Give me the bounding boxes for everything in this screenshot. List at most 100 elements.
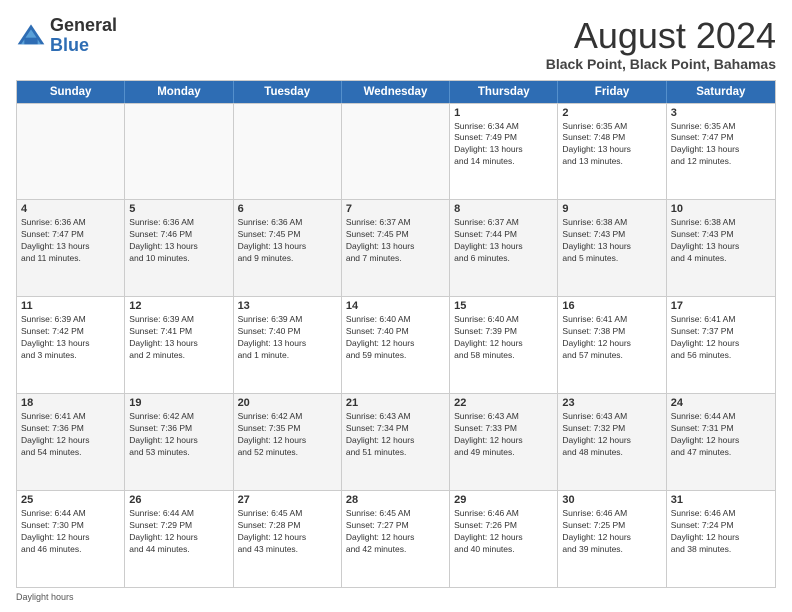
- cal-header-friday: Friday: [558, 81, 666, 103]
- cal-cell: 17 Sunrise: 6:41 AMSunset: 7:37 PMDayligh…: [667, 297, 775, 393]
- cal-cell: 3 Sunrise: 6:35 AMSunset: 7:47 PMDaylight…: [667, 104, 775, 200]
- cal-header-sunday: Sunday: [17, 81, 125, 103]
- page: General Blue August 2024 Black Point, Bl…: [0, 0, 792, 612]
- day-info: Sunrise: 6:44 AMSunset: 7:31 PMDaylight:…: [671, 411, 771, 459]
- cal-cell: [17, 104, 125, 200]
- day-number: 12: [129, 300, 228, 312]
- day-number: 1: [454, 107, 553, 119]
- day-number: 15: [454, 300, 553, 312]
- cal-cell: 28Sunrise: 6:45 AMSunset: 7:27 PMDayligh…: [342, 491, 450, 587]
- day-info: Sunrise: 6:44 AMSunset: 7:29 PMDaylight:…: [129, 508, 228, 556]
- cal-cell: 10Sunrise: 6:38 AMSunset: 7:43 PMDayligh…: [667, 200, 775, 296]
- day-number: 26: [129, 494, 228, 506]
- logo-blue-text: Blue: [50, 35, 89, 55]
- cal-cell: 26 Sunrise: 6:44 AMSunset: 7:29 PMDayligh…: [125, 491, 233, 587]
- day-info: Sunrise: 6:40 AMSunset: 7:39 PMDaylight:…: [454, 314, 553, 362]
- logo: General Blue: [16, 16, 117, 56]
- day-number: 4: [21, 203, 120, 215]
- day-info: Sunrise: 6:36 AMSunset: 7:45 PMDaylight:…: [238, 217, 337, 265]
- cal-cell: 4 Sunrise: 6:36 AMSunset: 7:47 PMDaylight…: [17, 200, 125, 296]
- day-info: Sunrise: 6:38 AMSunset: 7:43 PMDaylight:…: [562, 217, 661, 265]
- cal-week-4: 18 Sunrise: 6:41 AMSunset: 7:36 PMDayligh…: [17, 393, 775, 490]
- cal-cell: 2 Sunrise: 6:35 AMSunset: 7:48 PMDaylight…: [558, 104, 666, 200]
- cal-cell: 31 Sunrise: 6:46 AMSunset: 7:24 PMDayligh…: [667, 491, 775, 587]
- day-number: 11: [21, 300, 120, 312]
- day-info: Sunrise: 6:35 AMSunset: 7:48 PMDaylight:…: [562, 121, 661, 169]
- cal-week-3: 11Sunrise: 6:39 AMSunset: 7:42 PMDayligh…: [17, 296, 775, 393]
- cal-cell: 15 Sunrise: 6:40 AMSunset: 7:39 PMDayligh…: [450, 297, 558, 393]
- day-info: Sunrise: 6:40 AMSunset: 7:40 PMDaylight:…: [346, 314, 445, 362]
- cal-cell: 20Sunrise: 6:42 AMSunset: 7:35 PMDayligh…: [234, 394, 342, 490]
- day-number: 14: [346, 300, 445, 312]
- cal-week-5: 25Sunrise: 6:44 AMSunset: 7:30 PMDayligh…: [17, 490, 775, 587]
- day-info: Sunrise: 6:43 AMSunset: 7:32 PMDaylight:…: [562, 411, 661, 459]
- day-number: 7: [346, 203, 445, 215]
- cal-header-thursday: Thursday: [450, 81, 558, 103]
- day-number: 19: [129, 397, 228, 409]
- cal-cell: 19 Sunrise: 6:42 AMSunset: 7:36 PMDayligh…: [125, 394, 233, 490]
- day-info: Sunrise: 6:38 AMSunset: 7:43 PMDaylight:…: [671, 217, 771, 265]
- cal-cell: 14 Sunrise: 6:40 AMSunset: 7:40 PMDayligh…: [342, 297, 450, 393]
- day-info: Sunrise: 6:43 AMSunset: 7:33 PMDaylight:…: [454, 411, 553, 459]
- cal-cell: 25Sunrise: 6:44 AMSunset: 7:30 PMDayligh…: [17, 491, 125, 587]
- day-info: Sunrise: 6:42 AMSunset: 7:36 PMDaylight:…: [129, 411, 228, 459]
- calendar-header-row: SundayMondayTuesdayWednesdayThursdayFrid…: [17, 81, 775, 103]
- header: General Blue August 2024 Black Point, Bl…: [16, 16, 776, 72]
- day-number: 13: [238, 300, 337, 312]
- day-info: Sunrise: 6:39 AMSunset: 7:41 PMDaylight:…: [129, 314, 228, 362]
- logo-icon: [16, 21, 46, 51]
- calendar-body: 1 Sunrise: 6:34 AMSunset: 7:49 PMDaylight…: [17, 103, 775, 587]
- cal-cell: 30Sunrise: 6:46 AMSunset: 7:25 PMDayligh…: [558, 491, 666, 587]
- subtitle: Black Point, Black Point, Bahamas: [546, 56, 776, 72]
- cal-header-monday: Monday: [125, 81, 233, 103]
- cal-cell: 18 Sunrise: 6:41 AMSunset: 7:36 PMDayligh…: [17, 394, 125, 490]
- cal-cell: 22Sunrise: 6:43 AMSunset: 7:33 PMDayligh…: [450, 394, 558, 490]
- day-info: Sunrise: 6:34 AMSunset: 7:49 PMDaylight:…: [454, 121, 553, 169]
- logo-text: General Blue: [50, 16, 117, 56]
- cal-week-2: 4 Sunrise: 6:36 AMSunset: 7:47 PMDaylight…: [17, 199, 775, 296]
- day-number: 3: [671, 107, 771, 119]
- daylight-label: Daylight hours: [16, 592, 74, 602]
- day-number: 18: [21, 397, 120, 409]
- day-info: Sunrise: 6:43 AMSunset: 7:34 PMDaylight:…: [346, 411, 445, 459]
- day-number: 29: [454, 494, 553, 506]
- cal-cell: 11Sunrise: 6:39 AMSunset: 7:42 PMDayligh…: [17, 297, 125, 393]
- cal-header-saturday: Saturday: [667, 81, 775, 103]
- day-info: Sunrise: 6:41 AMSunset: 7:36 PMDaylight:…: [21, 411, 120, 459]
- day-number: 9: [562, 203, 661, 215]
- day-number: 21: [346, 397, 445, 409]
- day-info: Sunrise: 6:36 AMSunset: 7:47 PMDaylight:…: [21, 217, 120, 265]
- cal-cell: 21 Sunrise: 6:43 AMSunset: 7:34 PMDayligh…: [342, 394, 450, 490]
- day-number: 17: [671, 300, 771, 312]
- day-number: 25: [21, 494, 120, 506]
- cal-cell: 16 Sunrise: 6:41 AMSunset: 7:38 PMDayligh…: [558, 297, 666, 393]
- day-info: Sunrise: 6:39 AMSunset: 7:40 PMDaylight:…: [238, 314, 337, 362]
- day-number: 27: [238, 494, 337, 506]
- day-info: Sunrise: 6:36 AMSunset: 7:46 PMDaylight:…: [129, 217, 228, 265]
- day-number: 2: [562, 107, 661, 119]
- day-number: 6: [238, 203, 337, 215]
- day-info: Sunrise: 6:35 AMSunset: 7:47 PMDaylight:…: [671, 121, 771, 169]
- cal-cell: 23Sunrise: 6:43 AMSunset: 7:32 PMDayligh…: [558, 394, 666, 490]
- day-info: Sunrise: 6:42 AMSunset: 7:35 PMDaylight:…: [238, 411, 337, 459]
- day-info: Sunrise: 6:41 AMSunset: 7:38 PMDaylight:…: [562, 314, 661, 362]
- cal-cell: 1 Sunrise: 6:34 AMSunset: 7:49 PMDaylight…: [450, 104, 558, 200]
- cal-cell: [125, 104, 233, 200]
- cal-cell: 24Sunrise: 6:44 AMSunset: 7:31 PMDayligh…: [667, 394, 775, 490]
- cal-cell: 13 Sunrise: 6:39 AMSunset: 7:40 PMDayligh…: [234, 297, 342, 393]
- day-info: Sunrise: 6:46 AMSunset: 7:24 PMDaylight:…: [671, 508, 771, 556]
- day-info: Sunrise: 6:37 AMSunset: 7:44 PMDaylight:…: [454, 217, 553, 265]
- day-info: Sunrise: 6:46 AMSunset: 7:26 PMDaylight:…: [454, 508, 553, 556]
- cal-cell: 29 Sunrise: 6:46 AMSunset: 7:26 PMDayligh…: [450, 491, 558, 587]
- day-number: 28: [346, 494, 445, 506]
- day-number: 16: [562, 300, 661, 312]
- day-number: 31: [671, 494, 771, 506]
- cal-cell: 7Sunrise: 6:37 AMSunset: 7:45 PMDaylight…: [342, 200, 450, 296]
- day-info: Sunrise: 6:45 AMSunset: 7:28 PMDaylight:…: [238, 508, 337, 556]
- day-info: Sunrise: 6:41 AMSunset: 7:37 PMDaylight:…: [671, 314, 771, 362]
- cal-cell: 6 Sunrise: 6:36 AMSunset: 7:45 PMDaylight…: [234, 200, 342, 296]
- cal-cell: 9 Sunrise: 6:38 AMSunset: 7:43 PMDaylight…: [558, 200, 666, 296]
- cal-cell: [234, 104, 342, 200]
- month-title: August 2024: [546, 16, 776, 56]
- calendar: SundayMondayTuesdayWednesdayThursdayFrid…: [16, 80, 776, 588]
